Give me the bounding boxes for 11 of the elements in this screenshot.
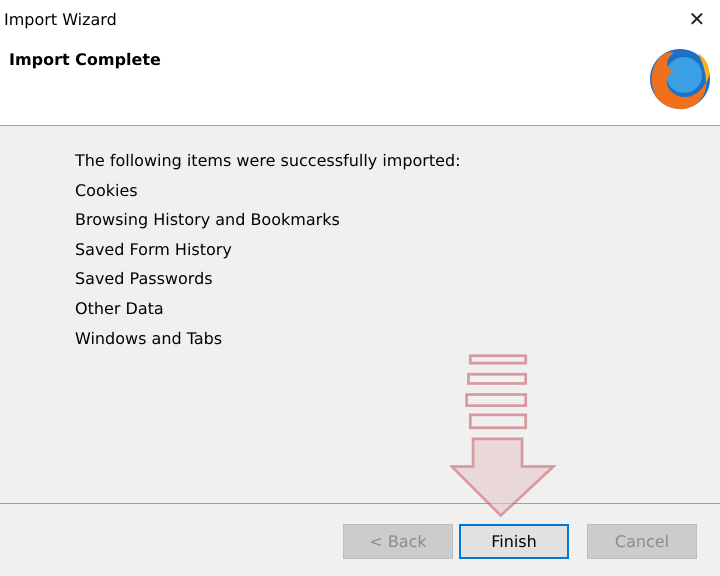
imported-item: Other Data: [75, 298, 165, 320]
dialog-button[interactable]: Finish: [459, 524, 569, 559]
message-text: The following items were successfully imported:: [75, 150, 462, 172]
window-title: Import Wizard: [3, 10, 117, 28]
close-button[interactable]: ✕: [674, 0, 720, 38]
imported-item: Browsing History and Bookmarks: [75, 209, 341, 232]
page-heading: Import Complete: [8, 49, 161, 69]
imported-item: Saved Passwords: [75, 268, 214, 290]
imported-item: Saved Form History: [75, 238, 233, 261]
imported-item: Cookies: [75, 180, 139, 202]
imported-item: Windows and Tabs: [75, 328, 224, 350]
